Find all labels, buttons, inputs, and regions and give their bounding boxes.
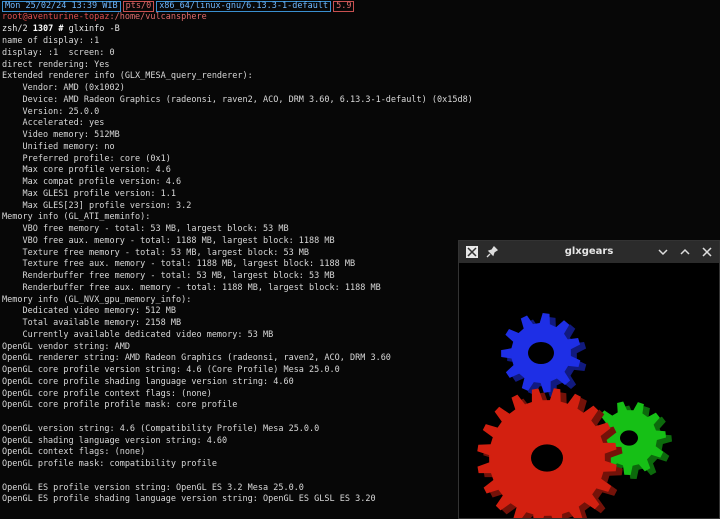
output-line: OpenGL shading language version string: … — [2, 435, 228, 446]
output-line: Total available memory: 2158 MB — [2, 318, 182, 328]
output-line: Vendor: AMD (0x1002) — [2, 83, 125, 93]
window-titlebar[interactable]: glxgears — [459, 241, 719, 263]
output-line: Max GLES1 profile version: 1.1 — [2, 188, 176, 199]
output-line: name of display: :1 — [2, 36, 100, 46]
output-line: OpenGL core profile profile mask: core p… — [2, 400, 238, 411]
output-line: VBO free memory - total: 53 MB, largest … — [2, 224, 289, 234]
output-line: Texture free memory - total: 53 MB, larg… — [2, 247, 310, 258]
output-line: OpenGL context flags: (none) — [2, 447, 146, 458]
output-line: Memory info (GL_ATI_meminfo): — [2, 212, 151, 223]
command-text: glxinfo -B — [68, 24, 120, 34]
shell-prefix: zsh/2 — [2, 24, 28, 34]
output-line: Renderbuffer free aux. memory - total: 1… — [2, 282, 381, 293]
output-line: Renderbuffer free memory - total: 53 MB,… — [2, 271, 335, 281]
blue-gear — [501, 313, 587, 397]
output-line: display: :1 screen: 0 — [2, 47, 115, 58]
output-line: Accelerated: yes — [2, 118, 105, 129]
status-tty: pts/0 — [122, 1, 155, 12]
output-line: direct rendering: Yes — [2, 59, 110, 70]
output-line: Max compat profile version: 4.6 — [2, 177, 182, 187]
output-line: OpenGL core profile version string: 4.6 … — [2, 365, 340, 375]
prompt-userhost: root@aventurine-topaz — [2, 12, 110, 22]
output-line: OpenGL vendor string: AMD — [2, 341, 130, 352]
gears-canvas — [477, 313, 672, 518]
output-line: OpenGL profile mask: compatibility profi… — [2, 459, 217, 469]
output-line: OpenGL renderer string: AMD Radeon Graph… — [2, 353, 391, 364]
output-line: Memory info (GL_NVX_gpu_memory_info): — [2, 294, 192, 305]
status-shell-version: 5.9 — [333, 1, 355, 12]
output-line: OpenGL version string: 4.6 (Compatibilit… — [2, 423, 320, 434]
output-line: OpenGL ES profile shading language versi… — [2, 494, 376, 505]
history-number: 1307 — [32, 24, 54, 34]
red-gear — [477, 388, 623, 518]
command-output: name of display: :1 display: :1 screen: 0… — [2, 36, 473, 506]
output-line: Preferred profile: core (0x1) — [2, 153, 171, 164]
close-icon[interactable] — [699, 244, 715, 260]
minimize-icon[interactable] — [655, 244, 671, 260]
output-line: VBO free aux. memory - total: 1188 MB, l… — [2, 235, 335, 246]
status-datetime: Mon 25/02/24 13:39 WIB — [2, 1, 121, 12]
command-line[interactable]: zsh/2 1307 # glxinfo -B — [2, 24, 120, 35]
status-kernel: x86_64/linux-gnu/6.13.3-1-default — [156, 1, 332, 12]
output-line: Version: 25.0.0 — [2, 106, 100, 117]
output-line: Max core profile version: 4.6 — [2, 165, 171, 176]
output-line: OpenGL ES profile version string: OpenGL… — [2, 482, 304, 493]
prompt-path: :/home/vulcansphere — [109, 12, 207, 22]
output-line: Texture free aux. memory - total: 1188 M… — [2, 259, 356, 270]
output-line: OpenGL core profile shading language ver… — [2, 376, 294, 387]
prompt-line: root@aventurine-topaz:/home/vulcansphere — [2, 12, 207, 23]
maximize-icon[interactable] — [677, 244, 693, 260]
output-line: OpenGL core profile context flags: (none… — [2, 388, 212, 399]
glxgears-window[interactable]: glxgears — [458, 240, 720, 519]
output-line: Max GLES[23] profile version: 3.2 — [2, 200, 192, 211]
output-line: Video memory: 512MB — [2, 130, 120, 140]
prompt-symbol: # — [58, 24, 64, 34]
output-line: Extended renderer info (GLX_MESA_query_r… — [2, 71, 253, 82]
tmux-status-bar: Mon 25/02/24 13:39 WIB pts/0 x86_64/linux-… — [0, 0, 356, 12]
output-line: Currently available dedicated video memo… — [2, 329, 274, 340]
output-line: Dedicated video memory: 512 MB — [2, 306, 176, 317]
output-line: Unified memory: no — [2, 141, 115, 152]
output-line: Device: AMD Radeon Graphics (radeonsi, r… — [2, 94, 473, 105]
